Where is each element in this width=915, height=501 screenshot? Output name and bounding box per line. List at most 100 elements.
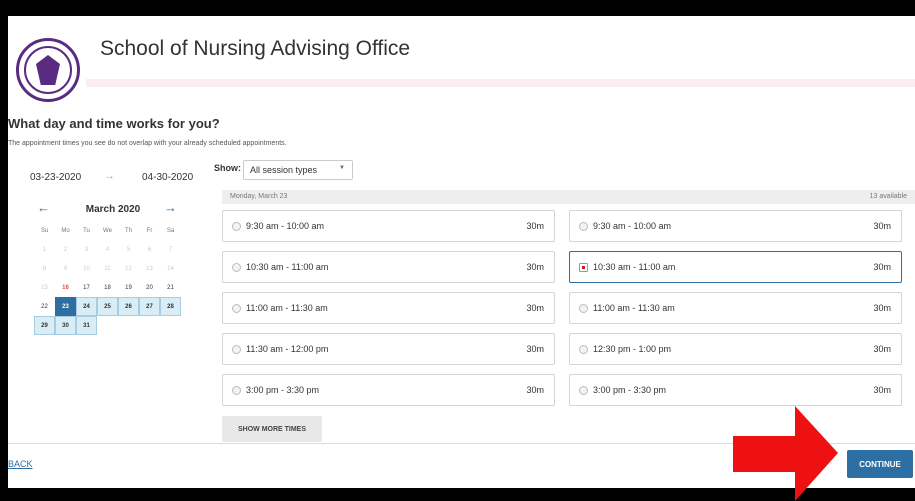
calendar-day[interactable]: 24 [76, 297, 97, 316]
page-title: School of Nursing Advising Office [100, 37, 411, 60]
session-type-value: All session types [250, 165, 318, 175]
calendar-day: 18 [104, 284, 111, 291]
time-slot[interactable]: 9:30 am - 10:00 am 30m [569, 210, 902, 242]
red-arrow-annotation-icon [733, 406, 838, 501]
time-slot[interactable]: 12:30 pm - 1:00 pm 30m [569, 333, 902, 365]
calendar-month-label: March 2020 [85, 204, 141, 215]
time-slot[interactable]: 10:30 am - 11:00 am 30m [222, 251, 555, 283]
time-slot[interactable]: 10:30 am - 11:00 am 30m [569, 251, 902, 283]
calendar-grid: Su Mo Tu We Th Fr Sa 1 2 3 4 5 6 7 8 9 10 11 12 13 14 15 16 17 1… [34, 221, 184, 335]
slot-duration: 30m [526, 344, 544, 354]
show-more-times-button[interactable]: SHOW MORE TIMES [222, 416, 322, 442]
slot-time: 11:30 am - 12:00 pm [246, 344, 329, 354]
slot-duration: 30m [526, 385, 544, 395]
red-arrow-shape [733, 406, 838, 501]
slot-time: 9:30 am - 10:00 am [593, 221, 672, 231]
slot-duration: 30m [873, 221, 891, 231]
overlap-note: The appointment times you see do not ove… [8, 140, 287, 147]
calendar-day: 7 [168, 246, 173, 253]
slot-duration: 30m [526, 262, 544, 272]
calendar-day: 16 [62, 284, 69, 291]
step-question: What day and time works for you? [8, 116, 220, 131]
time-slot[interactable]: 11:30 am - 12:00 pm 30m [222, 333, 555, 365]
calendar-weekday-label: Th [124, 227, 132, 234]
show-filter-label: Show: [214, 163, 241, 173]
calendar-day: 22 [41, 303, 48, 310]
calendar-day[interactable]: 30 [55, 316, 76, 335]
day-header-bar: Monday, March 23 13 available [222, 190, 915, 204]
calendar-day: 20 [146, 284, 153, 291]
university-seal-icon [16, 38, 80, 102]
calendar-day: 12 [125, 265, 132, 272]
time-slot[interactable]: 9:30 am - 10:00 am 30m [222, 210, 555, 242]
calendar-day: 6 [147, 246, 152, 253]
slot-time: 10:30 am - 11:00 am [593, 262, 676, 272]
calendar-prev-month-icon[interactable]: ← [37, 200, 50, 215]
calendar-day: 1 [42, 246, 47, 253]
slot-duration: 30m [526, 221, 544, 231]
radio-icon[interactable] [232, 345, 241, 354]
back-link[interactable]: BACK [8, 459, 33, 469]
calendar-weekday-label: We [103, 227, 112, 234]
calendar-day[interactable]: 25 [97, 297, 118, 316]
time-slot[interactable]: 11:00 am - 11:30 am 30m [222, 292, 555, 324]
selected-day-label: Monday, March 23 [230, 193, 288, 200]
radio-icon[interactable] [232, 263, 241, 272]
radio-icon[interactable] [579, 386, 588, 395]
radio-icon[interactable] [232, 304, 241, 313]
page-header: School of Nursing Advising Office [8, 16, 915, 102]
calendar-weekday-label: Sa [166, 227, 175, 234]
slot-time: 11:00 am - 11:30 am [246, 303, 328, 313]
range-arrow-icon: → [104, 170, 115, 182]
calendar-day: 9 [63, 265, 68, 272]
calendar-weekday-label: Su [40, 227, 49, 234]
calendar-day: 17 [83, 284, 90, 291]
radio-icon[interactable] [579, 345, 588, 354]
available-count: 13 available [869, 193, 907, 200]
calendar-day: 11 [104, 265, 111, 272]
radio-icon[interactable] [579, 222, 588, 231]
slot-duration: 30m [873, 262, 891, 272]
calendar-weekday-label: Tu [83, 227, 90, 234]
calendar-weekday-label: Fr [146, 227, 153, 234]
caret-down-icon: ▼ [339, 165, 345, 171]
session-type-select[interactable]: All session types ▼ [243, 160, 353, 180]
calendar-day: 3 [84, 246, 89, 253]
slot-time: 12:30 pm - 1:00 pm [593, 344, 672, 354]
calendar-day[interactable]: 31 [76, 316, 97, 335]
slot-duration: 30m [873, 344, 891, 354]
calendar-day: 13 [146, 265, 153, 272]
slot-time: 3:00 pm - 3:30 pm [593, 385, 667, 395]
radio-icon[interactable] [232, 222, 241, 231]
calendar-day: 4 [105, 246, 110, 253]
time-slot[interactable]: 3:00 pm - 3:30 pm 30m [569, 374, 902, 406]
calendar-day[interactable]: 29 [34, 316, 55, 335]
radio-icon[interactable] [579, 304, 588, 313]
calendar-day: 5 [126, 246, 131, 253]
continue-button[interactable]: CONTINUE [847, 450, 913, 478]
calendar-day[interactable]: 27 [139, 297, 160, 316]
calendar-day: 14 [167, 265, 174, 272]
radio-icon[interactable] [579, 263, 588, 272]
slot-time: 11:00 am - 11:30 am [593, 303, 675, 313]
slot-time: 3:00 pm - 3:30 pm [246, 385, 320, 395]
calendar-day: 10 [83, 265, 90, 272]
header-band [86, 79, 915, 87]
calendar-day[interactable]: 28 [160, 297, 181, 316]
slot-duration: 30m [873, 385, 891, 395]
radio-icon[interactable] [232, 386, 241, 395]
calendar-next-month-icon[interactable]: → [164, 200, 177, 215]
calendar-weekday-label: Mo [61, 227, 70, 234]
time-slot[interactable]: 3:00 pm - 3:30 pm 30m [222, 374, 555, 406]
calendar-day: 15 [41, 284, 48, 291]
calendar-day[interactable]: 26 [118, 297, 139, 316]
calendar-day: 2 [63, 246, 68, 253]
calendar-day: 19 [125, 284, 132, 291]
range-start-date[interactable]: 03-23-2020 [30, 172, 81, 183]
time-slot[interactable]: 11:00 am - 11:30 am 30m [569, 292, 902, 324]
calendar-day: 8 [42, 265, 47, 272]
calendar-day: 21 [167, 284, 174, 291]
range-end-date[interactable]: 04-30-2020 [142, 172, 193, 183]
slot-time: 10:30 am - 11:00 am [246, 262, 329, 272]
calendar-day[interactable]: 23 [55, 297, 76, 316]
